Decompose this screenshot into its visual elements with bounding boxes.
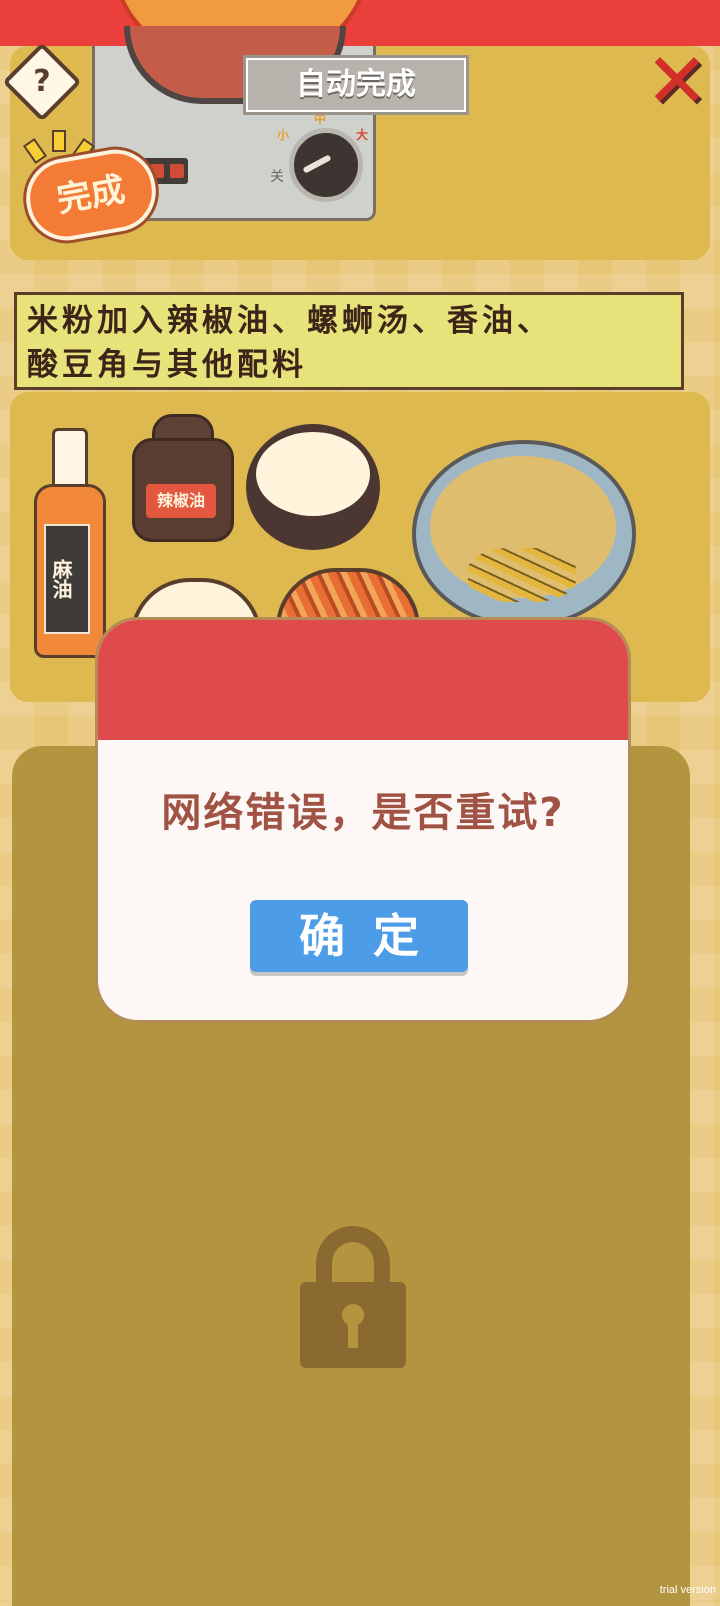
knob-medium-label: 中 <box>314 112 327 126</box>
question-icon: ? <box>33 64 51 99</box>
network-error-dialog: 网络错误，是否重试? 确定 <box>98 620 628 1020</box>
top-banner <box>0 0 720 46</box>
bottle-label: 麻油 <box>44 524 90 634</box>
auto-complete-button[interactable]: 自动完成 <box>243 55 469 115</box>
knob-small-label: 小 <box>277 128 290 142</box>
knob-off-label: 关 <box>270 169 284 185</box>
sesame-oil-bottle[interactable]: 麻油 <box>34 428 106 658</box>
dialog-header <box>98 620 628 740</box>
jar-label: 辣椒油 <box>146 484 216 518</box>
rice-noodle-bowl[interactable] <box>412 440 636 628</box>
confirm-button[interactable]: 确定 <box>250 900 468 972</box>
instruction-line-2: 酸豆角与其他配料 <box>27 347 307 383</box>
soup-bowl[interactable] <box>246 424 380 550</box>
close-icon[interactable]: ✕ <box>644 43 710 119</box>
lock-icon <box>300 1226 406 1368</box>
heat-knob[interactable] <box>289 128 363 202</box>
dialog-message: 网络错误，是否重试? <box>161 790 565 836</box>
chili-oil-jar[interactable]: 辣椒油 <box>132 414 234 542</box>
instruction-line-1: 米粉加入辣椒油、螺蛳汤、香油、 <box>27 303 552 339</box>
trial-watermark: trial version <box>659 1584 716 1596</box>
knob-large-label: 大 <box>356 128 369 142</box>
instruction-banner: 米粉加入辣椒油、螺蛳汤、香油、 酸豆角与其他配料 <box>14 292 684 390</box>
